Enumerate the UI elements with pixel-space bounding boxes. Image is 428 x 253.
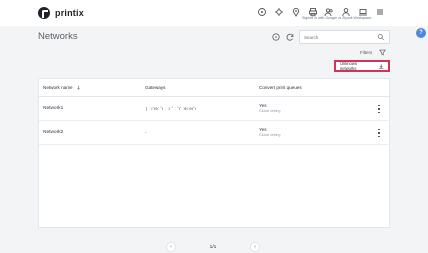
convert-print-queues-value: Yes Global setting — [259, 127, 280, 137]
network-name[interactable]: Network2 — [43, 130, 63, 135]
table-row[interactable]: Network1 ❘ ːı’ıɘː ˘ı ː ːı ˘ ː ˘ı’ ːɘıːɘı… — [39, 97, 391, 121]
row-more-menu-icon[interactable] — [377, 129, 381, 137]
page-indicator: 1/1 — [209, 244, 217, 250]
previous-page-button[interactable]: ‹ — [166, 242, 176, 252]
column-header-network-name[interactable]: Network name — [43, 85, 81, 90]
chevron-left-icon: ‹ — [170, 244, 172, 250]
brand-name: printix — [55, 8, 84, 18]
page-title: Networks — [38, 31, 78, 42]
download-icon — [378, 63, 384, 69]
gear-icon[interactable] — [273, 6, 285, 18]
info-icon[interactable] — [270, 31, 282, 43]
row-more-menu-icon[interactable] — [377, 105, 381, 113]
convert-print-queues-value: Yes Global setting — [259, 103, 280, 113]
convert-value: Yes — [259, 103, 267, 108]
location-pin-icon[interactable] — [290, 6, 302, 18]
refresh-icon[interactable] — [284, 31, 296, 43]
monitor-icon[interactable] — [256, 6, 268, 18]
top-header: printix Signed in with Google or Zlyuzit… — [0, 0, 428, 26]
sort-arrow-down-icon — [76, 85, 80, 90]
column-header-gateways: Gateways — [145, 85, 166, 90]
unknown-networks-button[interactable]: Unknown networks — [334, 60, 390, 72]
printix-logo-icon — [38, 7, 50, 19]
table-header: Network name Gateways Convert print queu… — [39, 79, 391, 97]
filter-icon[interactable] — [379, 49, 387, 56]
pagination: ‹ 1/1 › — [166, 241, 260, 253]
gateways-value: ❘ ːı’ıɘː ˘ı ː ːı ˘ ː ˘ı’ ːɘıːɘı˘ı — [145, 106, 197, 111]
column-header-convert-print-queues: Convert print queues — [259, 85, 302, 90]
search-input[interactable] — [304, 34, 378, 40]
column-label-network-name: Network name — [43, 85, 73, 90]
convert-value: Yes — [259, 127, 267, 132]
filters-label: Filters — [360, 50, 373, 55]
networks-table: Network name Gateways Convert print queu… — [38, 78, 391, 228]
gateways-value: - — [145, 130, 147, 135]
next-page-button[interactable]: › — [249, 242, 260, 252]
unknown-networks-label: Unknown networks — [340, 61, 358, 71]
search-field[interactable] — [299, 30, 390, 44]
network-name[interactable]: Network1 — [43, 106, 63, 111]
filters-control[interactable]: Filters — [360, 49, 387, 56]
signed-in-subtext: Signed in with Google or Zlyuzit Workspa… — [302, 16, 372, 20]
convert-subtext: Global setting — [259, 133, 281, 137]
chevron-right-icon: › — [254, 244, 256, 250]
table-row[interactable]: Network2 - Yes Global setting — [39, 121, 391, 145]
convert-subtext: Global setting — [259, 109, 281, 113]
brand-logo[interactable]: printix — [38, 6, 84, 20]
help-icon[interactable]: ? — [416, 28, 426, 38]
help-label: ? — [419, 30, 423, 36]
search-icon[interactable] — [377, 33, 385, 41]
title-actions — [270, 32, 296, 42]
app-window: printix Signed in with Google or Zlyuzit… — [0, 0, 428, 253]
